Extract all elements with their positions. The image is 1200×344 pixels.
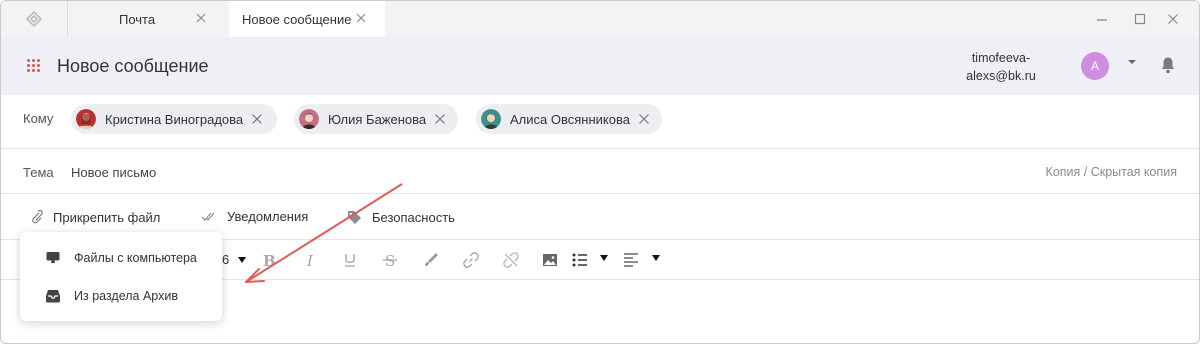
remove-recipient-icon[interactable] [434, 113, 446, 125]
notifications-label: Уведомления [227, 209, 309, 224]
window-close-icon[interactable] [1165, 11, 1181, 27]
menu-item-label: Файлы с компьютера [74, 251, 197, 265]
svg-text:I: I [306, 252, 314, 269]
svg-text:B: B [263, 252, 276, 269]
avatar [299, 109, 319, 129]
remove-recipient-icon[interactable] [638, 113, 650, 125]
menu-item-label: Из раздела Архив [74, 289, 178, 303]
font-size-select[interactable]: 6 [222, 252, 229, 267]
avatar [76, 109, 96, 129]
double-check-icon [201, 212, 215, 221]
title-bar: Почта Новое сообщение [1, 1, 1199, 37]
menu-item-from-archive[interactable]: Из раздела Архив [20, 277, 222, 315]
recipients-row: Кому Кристина Виноградова Юлия Баженова … [1, 95, 1199, 149]
italic-icon[interactable]: I [301, 251, 319, 269]
notifications-button[interactable]: Уведомления [201, 209, 308, 224]
chevron-down-icon[interactable] [600, 255, 608, 261]
tab-close-icon[interactable] [354, 11, 368, 25]
app-window: Почта Новое сообщение Новое сообщение ti… [0, 0, 1200, 344]
bell-icon[interactable] [1160, 56, 1176, 74]
bold-icon[interactable]: B [259, 251, 277, 269]
attach-file-label: Прикрепить файл [53, 209, 161, 225]
bullet-list-icon[interactable] [571, 251, 589, 269]
brush-icon[interactable] [422, 251, 440, 269]
user-email[interactable]: timofeeva- alexs@bk.ru [941, 49, 1061, 85]
maximize-icon[interactable] [1132, 11, 1148, 27]
menu-item-from-computer[interactable]: Файлы с компьютера [20, 239, 222, 277]
chevron-down-icon[interactable] [238, 257, 246, 263]
strikethrough-icon[interactable]: S [381, 251, 399, 269]
avatar [481, 109, 501, 129]
recipient-chip[interactable]: Юлия Баженова [294, 104, 458, 134]
attach-menu: Файлы с компьютера Из раздела Архив [20, 232, 222, 321]
recipient-name: Юлия Баженова [328, 111, 427, 127]
tab-label: Почта [119, 11, 156, 27]
cc-bcc-link[interactable]: Копия / Скрытая копия [1001, 165, 1177, 179]
tab-close-icon[interactable] [194, 11, 208, 25]
tab-new-message[interactable]: Новое сообщение [229, 1, 385, 37]
user-email-line: alexs@bk.ru [966, 69, 1036, 83]
page-title: Новое сообщение [57, 56, 209, 76]
recipient-chip[interactable]: Кристина Виноградова [71, 104, 277, 134]
app-header: Новое сообщение timofeeva- alexs@bk.ru A [1, 37, 1199, 95]
tab-mail[interactable]: Почта [67, 1, 227, 37]
inbox-archive-icon [46, 290, 60, 303]
avatar[interactable]: A [1081, 52, 1109, 80]
subject-input[interactable]: Новое письмо [71, 165, 156, 180]
image-icon[interactable] [541, 251, 559, 269]
link-icon[interactable] [462, 251, 480, 269]
recipient-chip[interactable]: Алиса Овсянникова [476, 104, 662, 134]
app-logo-icon [25, 10, 43, 28]
user-email-line: timofeeva- [971, 51, 1031, 65]
apps-grid-icon[interactable] [27, 59, 41, 73]
attach-file-button[interactable]: Прикрепить файл [29, 209, 160, 225]
underline-icon[interactable] [341, 251, 359, 269]
tag-icon [348, 211, 361, 224]
security-label: Безопасность [372, 209, 455, 225]
recipient-name: Алиса Овсянникова [510, 111, 630, 127]
subject-row: Тема Новое письмо Копия / Скрытая копия [1, 149, 1199, 194]
to-label: Кому [23, 111, 54, 126]
monitor-icon [46, 252, 60, 263]
chevron-down-icon[interactable] [652, 255, 660, 261]
align-left-icon[interactable] [622, 251, 640, 269]
unlink-icon[interactable] [502, 251, 520, 269]
minimize-icon[interactable] [1094, 11, 1110, 27]
paperclip-icon [32, 209, 43, 224]
chevron-down-icon[interactable] [1128, 60, 1136, 64]
security-button[interactable]: Безопасность [346, 209, 455, 225]
subject-label: Тема [23, 165, 54, 180]
tab-label: Новое сообщение [242, 11, 352, 27]
recipient-name: Кристина Виноградова [105, 111, 244, 127]
remove-recipient-icon[interactable] [251, 113, 263, 125]
